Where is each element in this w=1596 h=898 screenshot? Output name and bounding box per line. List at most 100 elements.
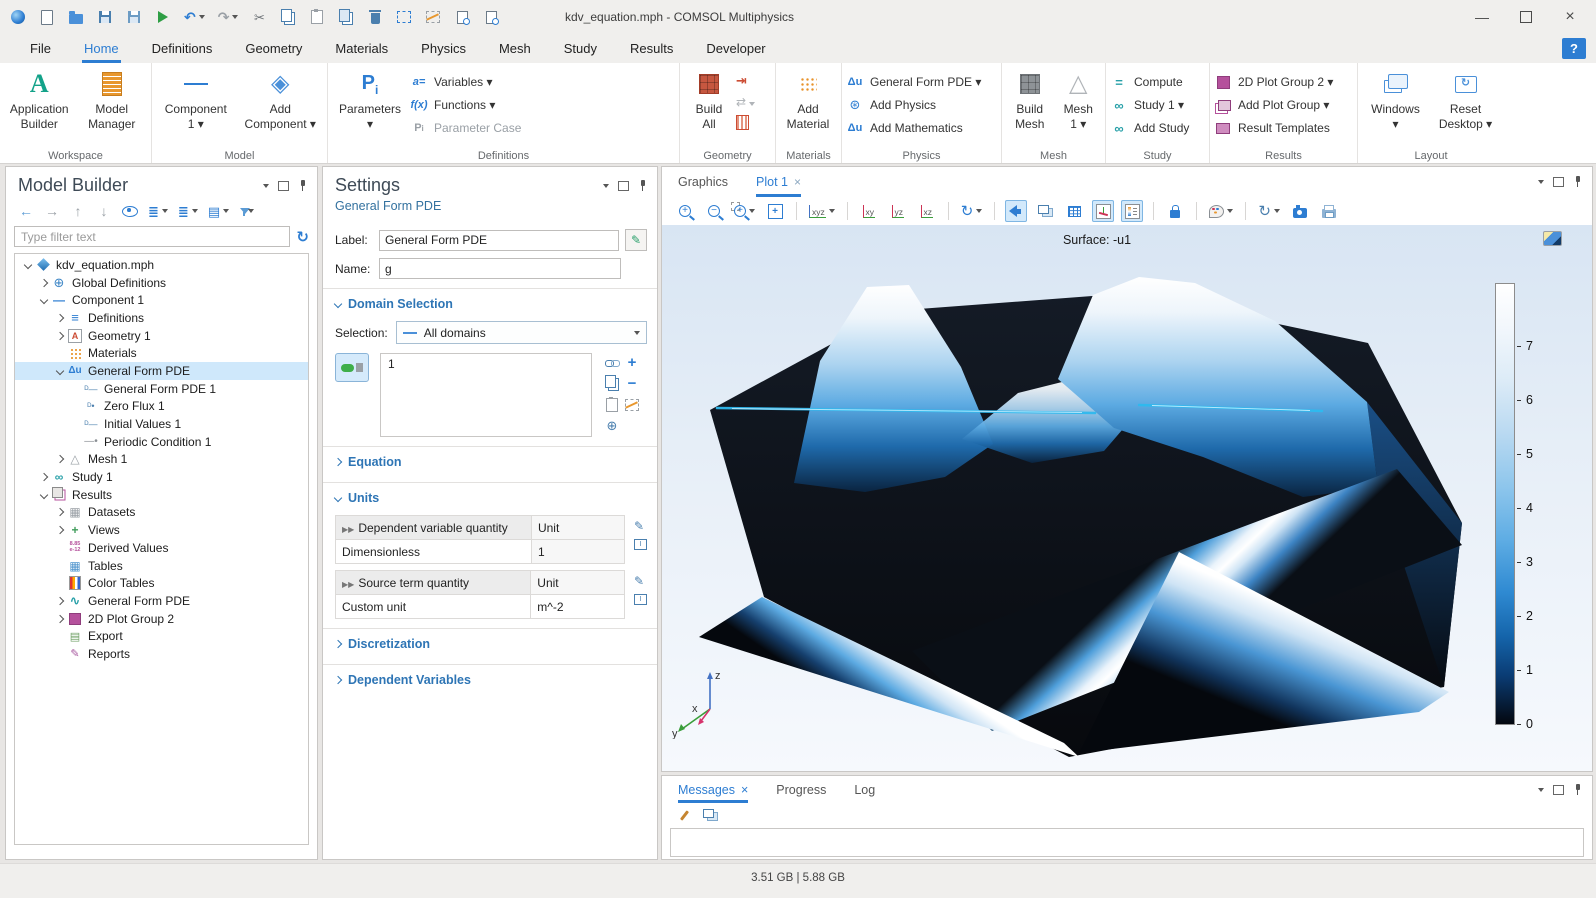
deselect-icon[interactable] <box>425 8 441 26</box>
domain-selection-list[interactable]: 1 <box>380 353 592 437</box>
image-settings-icon[interactable] <box>1207 200 1235 222</box>
clear-messages-icon[interactable] <box>676 806 692 824</box>
menu-tab-study[interactable]: Study <box>562 34 599 63</box>
functions-button[interactable]: f(x) Functions ▾ <box>410 96 521 114</box>
axis-orientation-icon[interactable] <box>1092 200 1114 222</box>
menu-tab-developer[interactable]: Developer <box>704 34 767 63</box>
dependent-unit-cell[interactable]: 1 <box>531 540 624 564</box>
lock-icon[interactable] <box>1164 200 1186 222</box>
save-as-icon[interactable] <box>126 8 142 26</box>
source-unit-cell[interactable]: m^-2 <box>531 595 625 619</box>
paste-selection-icon[interactable] <box>604 396 620 414</box>
tree-item-periodic-condition-1[interactable]: —•Periodic Condition 1 <box>15 433 308 451</box>
messages-output[interactable] <box>670 828 1584 857</box>
panel-menu-icon[interactable] <box>263 184 269 188</box>
pin-panel-icon[interactable] <box>1573 784 1582 795</box>
customize-icon[interactable] <box>512 8 528 26</box>
selection-dropdown[interactable]: All domains <box>396 321 647 344</box>
pin-panel-icon[interactable] <box>1573 176 1582 187</box>
add-to-selection-icon[interactable]: + <box>624 354 640 372</box>
plot-group-2-button[interactable]: 2D Plot Group 2 ▾ <box>1214 73 1333 91</box>
copy-icon[interactable] <box>280 8 296 26</box>
tree-item-2d-plot-group-2[interactable]: 2D Plot Group 2 <box>15 610 308 628</box>
tree-item-general-form-pde[interactable]: ΔuGeneral Form PDE <box>15 362 308 380</box>
delete-icon[interactable] <box>367 8 383 26</box>
filter-icon[interactable] <box>239 203 255 219</box>
tree-item-global-definitions[interactable]: ⊕Global Definitions <box>15 274 308 292</box>
panel-menu-icon[interactable] <box>603 184 609 188</box>
grid-icon[interactable] <box>1063 200 1085 222</box>
open-in-window-icon[interactable] <box>702 806 718 824</box>
collapse-all-icon[interactable]: ≣ <box>148 203 168 219</box>
environment-icon[interactable] <box>1034 200 1056 222</box>
print-icon[interactable] <box>1318 200 1340 222</box>
tree-item-views[interactable]: +Views <box>15 521 308 539</box>
zoom-find-icon[interactable] <box>483 8 499 26</box>
panel-menu-icon[interactable] <box>1538 788 1544 792</box>
tree-item-kdv-equation-mph[interactable]: kdv_equation.mph <box>15 256 308 274</box>
menu-tab-file[interactable]: File <box>28 34 53 63</box>
messages-tab-progress[interactable]: Progress <box>776 776 826 803</box>
menu-tab-mesh[interactable]: Mesh <box>497 34 533 63</box>
menu-tab-definitions[interactable]: Definitions <box>150 34 215 63</box>
tree-item-color-tables[interactable]: Color Tables <box>15 574 308 592</box>
menu-tab-materials[interactable]: Materials <box>333 34 390 63</box>
parameters-button[interactable]: Pi Parameters ▾ <box>332 66 408 148</box>
forward-icon[interactable]: → <box>44 203 60 219</box>
help-button[interactable]: ? <box>1562 38 1586 59</box>
zoom-to-selection-icon[interactable]: ⊕ <box>604 417 620 435</box>
panel-menu-icon[interactable] <box>1538 180 1544 184</box>
view-xz-icon[interactable]: xz <box>916 200 938 222</box>
expand-all-icon[interactable]: ≣ <box>178 203 198 219</box>
pin-panel-icon[interactable] <box>298 180 307 191</box>
build-mesh-button[interactable]: Build Mesh <box>1006 66 1053 148</box>
move-up-icon[interactable]: ↑ <box>70 203 86 219</box>
paste-icon[interactable] <box>309 8 325 26</box>
float-panel-icon[interactable] <box>618 181 629 191</box>
tab-graphics[interactable]: Graphics <box>678 167 728 197</box>
select-box-icon[interactable] <box>396 8 412 26</box>
section-units[interactable]: Units <box>323 483 657 509</box>
float-panel-icon[interactable] <box>1553 177 1564 187</box>
tree-item-initial-values-1[interactable]: ᴰ—Initial Values 1 <box>15 415 308 433</box>
add-physics-button[interactable]: ⊛ Add Physics <box>846 96 981 114</box>
menu-tab-results[interactable]: Results <box>628 34 675 63</box>
view-3d-icon[interactable]: xyz <box>807 200 837 222</box>
move-down-icon[interactable]: ↓ <box>96 203 112 219</box>
add-material-button[interactable]: Add Material <box>780 66 836 148</box>
section-equation[interactable]: Equation <box>323 447 657 473</box>
reset-desktop-button[interactable]: ↻ Reset Desktop ▾ <box>1431 66 1500 148</box>
mesh-1-button[interactable]: △ Mesh 1 ▾ <box>1055 66 1101 148</box>
add-mathematics-button[interactable]: Δu Add Mathematics <box>846 119 981 137</box>
maximize-button[interactable] <box>1504 0 1548 34</box>
import-geometry-icon[interactable]: ⇥ <box>736 73 755 89</box>
rename-button[interactable]: ✎ <box>625 229 647 251</box>
run-icon[interactable] <box>155 8 171 26</box>
component-1-button[interactable]: Component 1 ▾ <box>156 66 236 148</box>
find-icon[interactable] <box>454 8 470 26</box>
color-legend-icon[interactable] <box>1121 200 1143 222</box>
tree-item-general-form-pde-1[interactable]: ᴰ—General Form PDE 1 <box>15 380 308 398</box>
node-text-icon[interactable]: ▤ <box>208 203 229 219</box>
clear-selection-icon[interactable] <box>624 396 640 414</box>
tree-item-datasets[interactable]: ▦Datasets <box>15 504 308 522</box>
tree-item-export[interactable]: ▤Export <box>15 627 308 645</box>
tree-item-general-form-pde[interactable]: ∿General Form PDE <box>15 592 308 610</box>
close-button[interactable]: × <box>1548 0 1592 34</box>
redo-icon[interactable]: ↷ <box>218 8 239 26</box>
tree-item-zero-flux-1[interactable]: ᴰ•Zero Flux 1 <box>15 398 308 416</box>
domain-list-item[interactable]: 1 <box>388 357 584 371</box>
pin-panel-icon[interactable] <box>638 180 647 191</box>
messages-tab-messages[interactable]: Messages× <box>678 776 748 803</box>
zoom-extents-icon[interactable]: + <box>764 200 786 222</box>
sync-geometry-icon[interactable]: ⇄ <box>736 95 755 109</box>
tree-item-geometry-1[interactable]: AGeometry 1 <box>15 327 308 345</box>
add-study-button[interactable]: ∞ Add Study <box>1110 119 1189 137</box>
rotate-icon[interactable]: ↻ <box>959 200 985 222</box>
edit-table-icon[interactable]: ✎ <box>634 574 647 588</box>
open-file-icon[interactable] <box>68 8 84 26</box>
float-panel-icon[interactable] <box>1553 785 1564 795</box>
work-plane-icon[interactable] <box>736 115 749 130</box>
copy-selection-icon[interactable] <box>604 375 620 393</box>
section-domain-selection[interactable]: Domain Selection <box>323 289 657 315</box>
